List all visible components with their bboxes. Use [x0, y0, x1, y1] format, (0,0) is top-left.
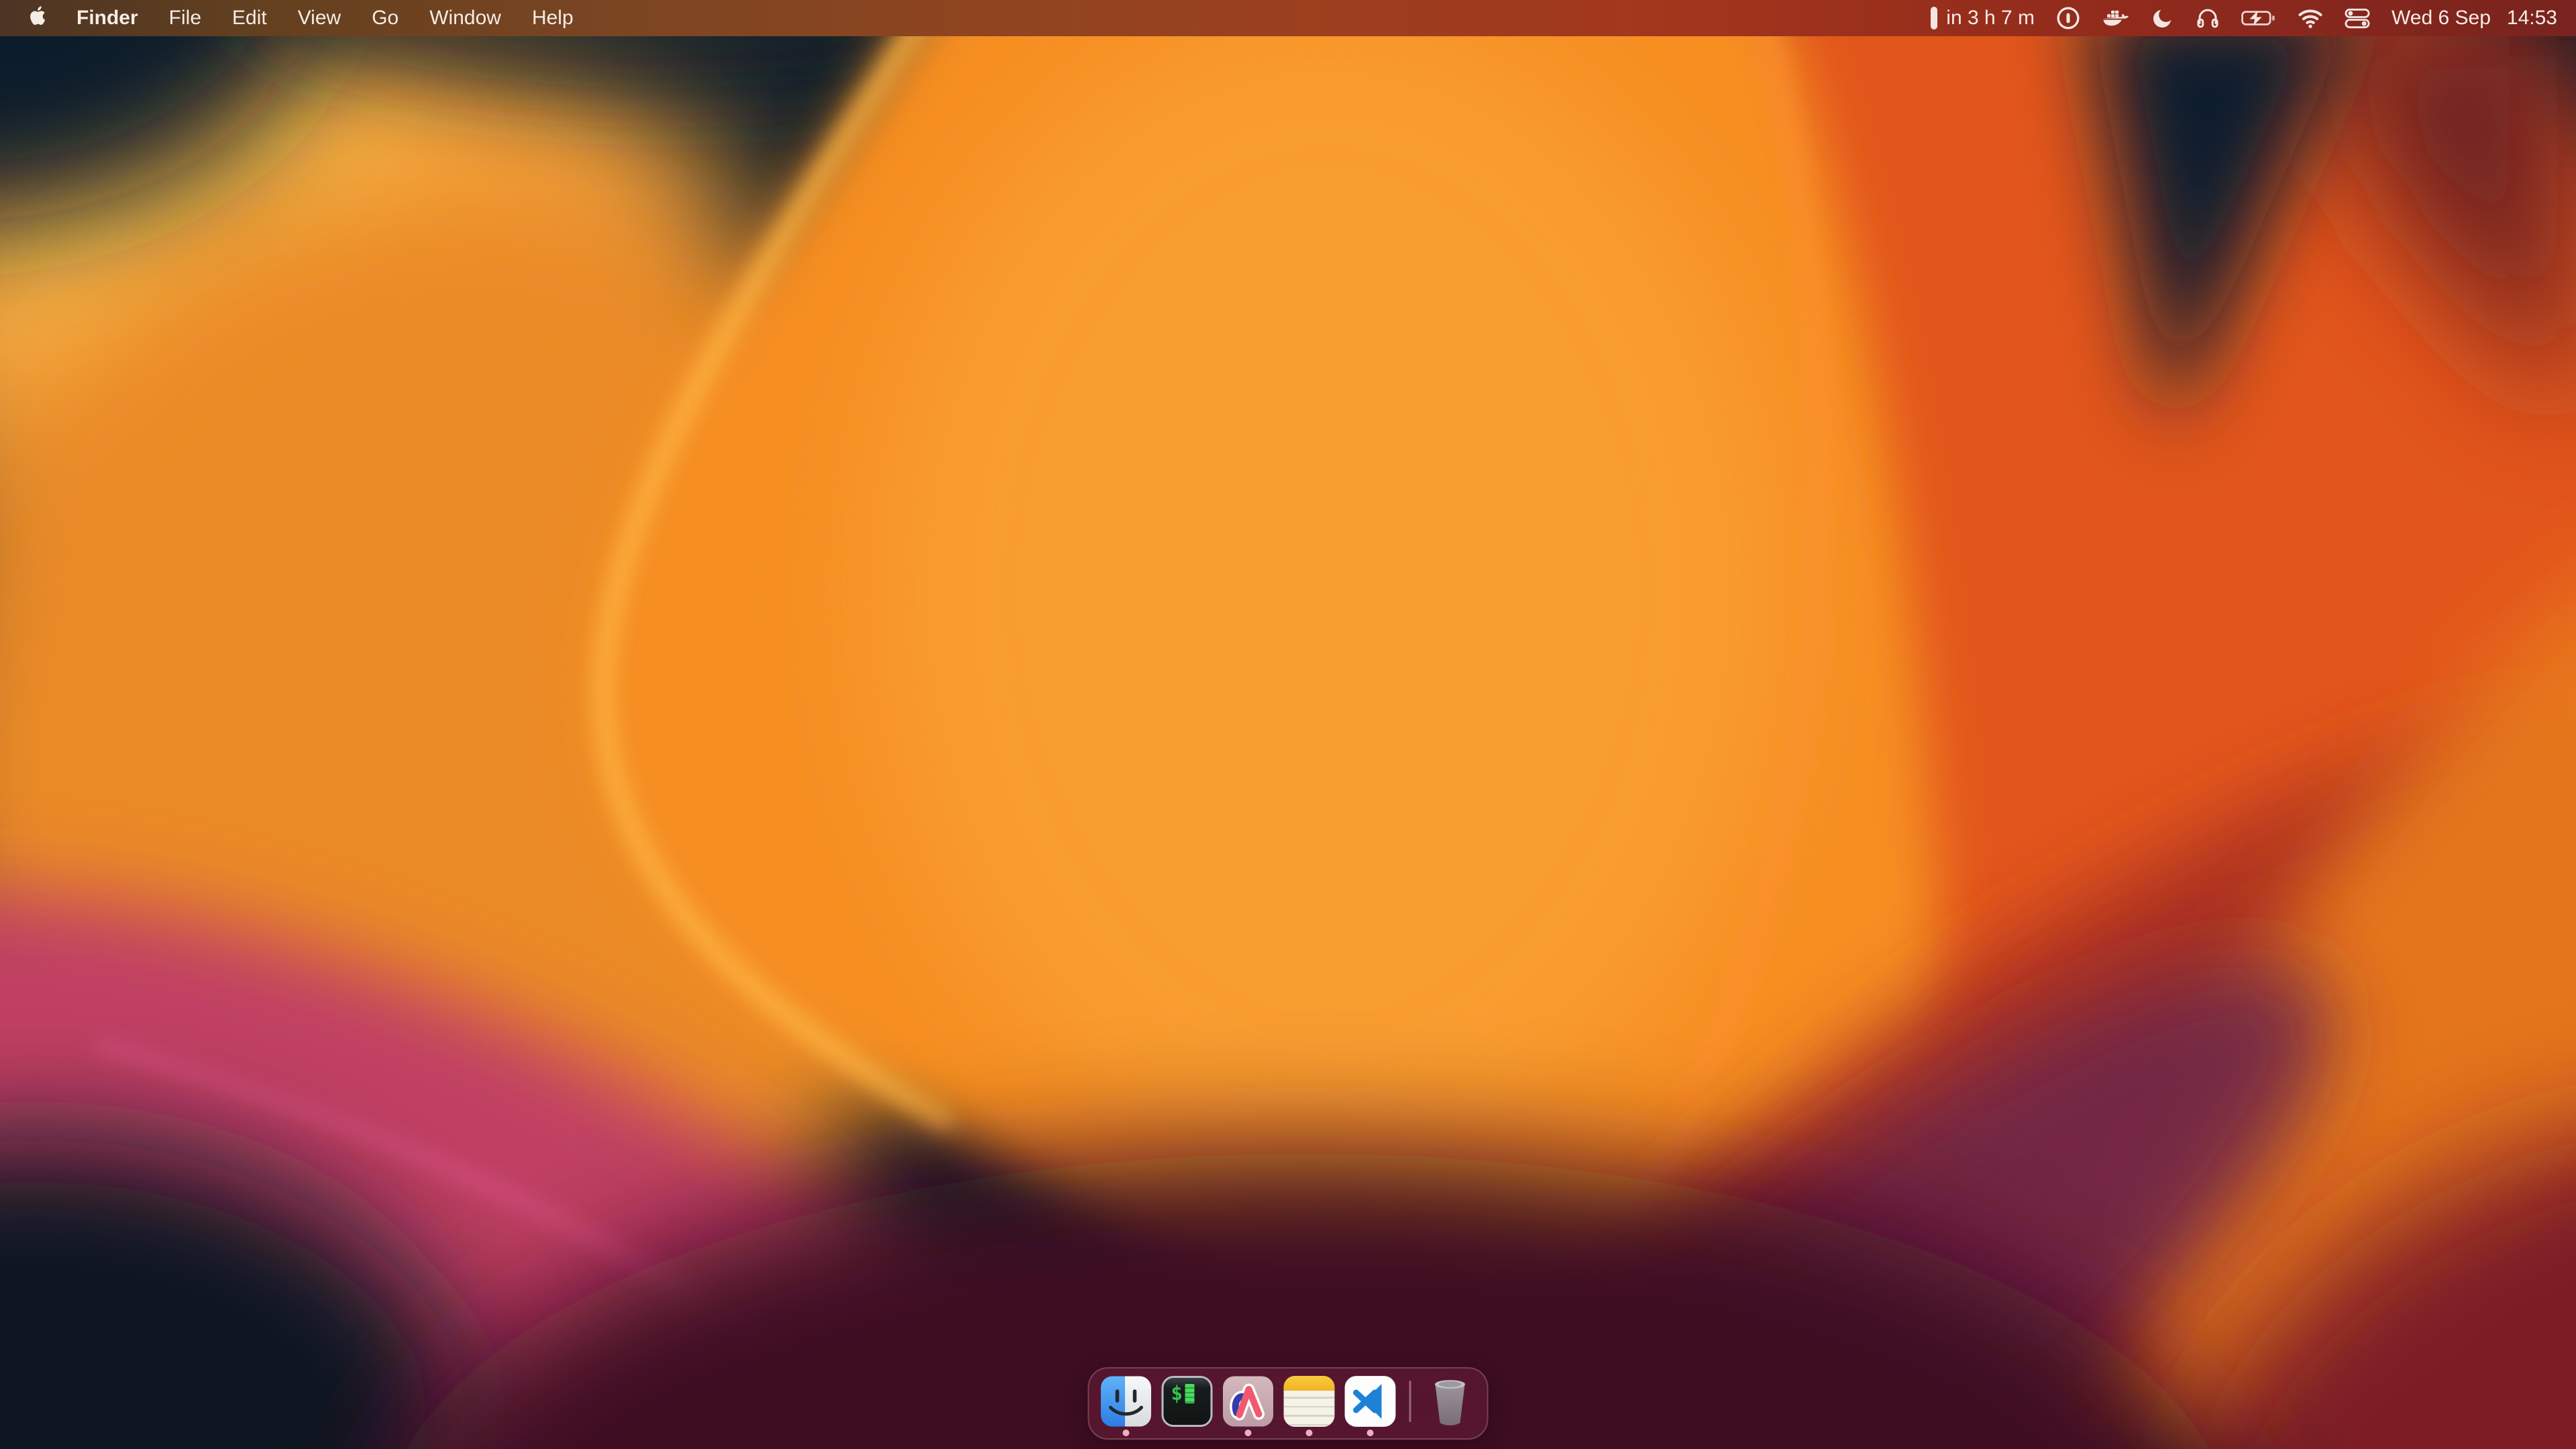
- terminal-cursor: [1185, 1384, 1195, 1403]
- trash-icon[interactable]: [1425, 1376, 1476, 1427]
- menu-go[interactable]: Go: [356, 0, 414, 36]
- status-battery[interactable]: [2231, 0, 2287, 36]
- status-1password[interactable]: [2045, 0, 2091, 36]
- dock-panel: $: [1088, 1367, 1489, 1440]
- apple-logo-icon: [30, 5, 48, 32]
- 1password-icon: [2056, 6, 2080, 30]
- menu-bar-status: in 3 h 7 m: [1920, 0, 2576, 36]
- menu-view[interactable]: View: [282, 0, 356, 36]
- menu-file[interactable]: File: [154, 0, 217, 36]
- clock-date: Wed 6 Sep: [2392, 7, 2491, 30]
- terminal-icon[interactable]: $: [1162, 1376, 1213, 1427]
- docker-icon: [2102, 7, 2130, 30]
- status-focus[interactable]: [2141, 0, 2185, 36]
- focus-moon-icon: [2151, 7, 2174, 30]
- status-control-center[interactable]: [2334, 0, 2381, 36]
- menu-edit[interactable]: Edit: [217, 0, 282, 36]
- menu-bar-left: Finder File Edit View Go Window Help: [0, 0, 589, 36]
- status-sound-headphones[interactable]: [2185, 0, 2231, 36]
- finder-icon[interactable]: [1101, 1376, 1152, 1427]
- apple-menu[interactable]: [16, 0, 61, 36]
- timer-bar-icon: [1931, 7, 1937, 30]
- letter-a-app-icon[interactable]: [1223, 1376, 1274, 1427]
- clock-time: 14:53: [2507, 7, 2557, 30]
- running-indicator: [1306, 1430, 1313, 1436]
- vscode-icon[interactable]: [1345, 1376, 1396, 1427]
- status-event-timer[interactable]: in 3 h 7 m: [1920, 0, 2045, 36]
- dock-divider: [1409, 1381, 1411, 1422]
- status-wifi[interactable]: [2287, 0, 2334, 36]
- dock: $: [1088, 1367, 1489, 1440]
- running-indicator: [1245, 1430, 1252, 1436]
- status-docker[interactable]: [2091, 0, 2141, 36]
- running-indicator: [1367, 1430, 1374, 1436]
- battery-charging-icon: [2241, 9, 2276, 27]
- notes-icon[interactable]: [1284, 1376, 1335, 1427]
- headphones-icon: [2196, 6, 2220, 30]
- menu-bar-clock[interactable]: Wed 6 Sep 14:53: [2381, 0, 2561, 36]
- wallpaper: [0, 0, 2576, 1449]
- menu-help[interactable]: Help: [517, 0, 589, 36]
- menu-active-app[interactable]: Finder: [61, 0, 154, 36]
- menu-window[interactable]: Window: [414, 0, 517, 36]
- control-center-icon: [2345, 8, 2370, 29]
- wifi-icon: [2298, 8, 2323, 29]
- running-indicator: [1123, 1430, 1130, 1436]
- timer-label: in 3 h 7 m: [1946, 7, 2035, 30]
- menu-bar: Finder File Edit View Go Window Help in …: [0, 0, 2576, 36]
